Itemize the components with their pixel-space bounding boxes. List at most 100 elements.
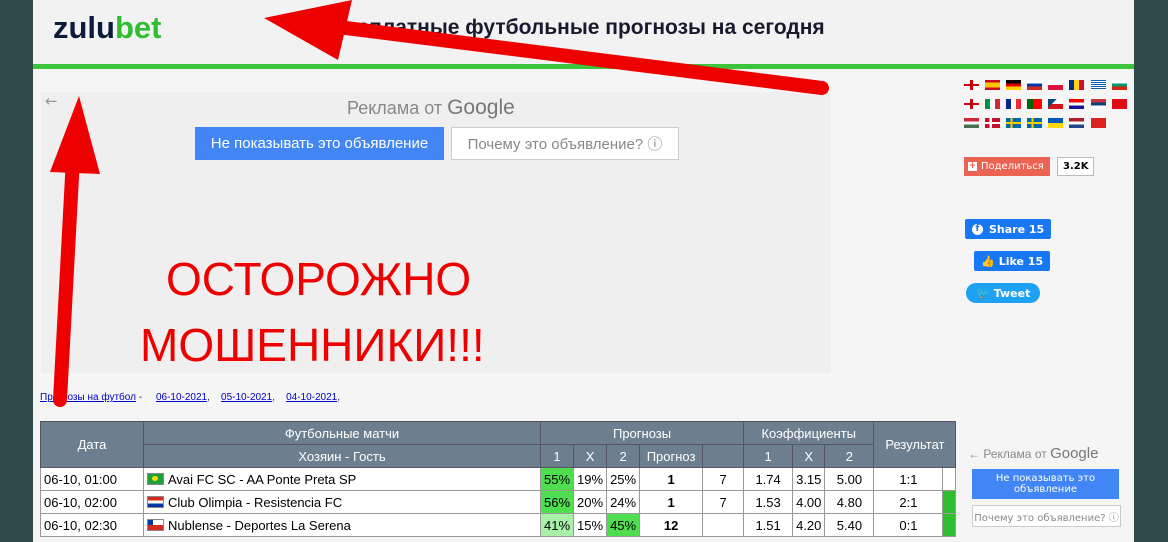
flag-georgia-icon[interactable] (964, 99, 979, 109)
col-ox: X (792, 444, 826, 468)
sidebar-hide-ad-button[interactable]: Не показывать это объявление (972, 469, 1119, 499)
match-date: 06-10, 01:00 (40, 467, 144, 491)
facebook-share-button[interactable]: f Share 15 (965, 219, 1052, 239)
sidebar-why-ad-button[interactable]: Почему это объявление? ⓘ (972, 505, 1121, 527)
odds-2: 4.80 (824, 490, 875, 514)
sidebar-google-logo: Google (1050, 445, 1099, 462)
predictions-table: Дата Футбольные матчи Прогнозы Коэффицие… (40, 421, 957, 537)
google-ad-banner: ← Реклама от Google Не показывать это об… (41, 92, 831, 373)
col-date: Дата (40, 421, 144, 468)
prob-1: 41% (539, 513, 575, 537)
match-result: 1:1 (873, 467, 944, 491)
sidebar-google-ad: ← Реклама от Google Не показывать это об… (962, 440, 1134, 542)
odds-x: 4.20 (792, 513, 826, 537)
table-row[interactable]: 06-10, 02:30 Nublense - Deportes La Sere… (40, 513, 957, 537)
share-button[interactable]: + Поделиться (964, 157, 1050, 176)
flag-hungary-icon[interactable] (964, 118, 979, 128)
col-matches: Футбольные матчи (143, 421, 541, 445)
flag-portugal-icon[interactable] (1027, 99, 1043, 109)
odds-2: 5.40 (824, 513, 875, 537)
flag-greece-icon[interactable] (1090, 80, 1106, 90)
prob-x: 20% (573, 490, 608, 514)
date-link-1[interactable]: 06-10-2021 (156, 392, 207, 403)
prob-2: 45% (606, 513, 641, 537)
site-header: zulubet Бесплатные футбольные прогнозы н… (33, 0, 1134, 64)
prob-1: 55% (539, 467, 575, 491)
forecast-tip: 1 (639, 490, 704, 514)
col-predictions: Прогнозы (539, 421, 745, 445)
why-ad-button[interactable]: Почему это объявление? ⓘ (451, 127, 679, 160)
flag-netherlands-icon[interactable] (1069, 118, 1085, 128)
flag-ukraine-icon[interactable] (1048, 118, 1064, 128)
share-count: 3.2K (1057, 157, 1095, 176)
nav-separator: - (135, 392, 145, 403)
flag-brazil-icon (147, 472, 164, 485)
table-row[interactable]: 06-10, 02:00 Club Olimpia - Resistencia … (40, 490, 957, 514)
odds-2: 5.00 (824, 467, 875, 491)
flag-paraguay-icon (147, 495, 164, 508)
match-name[interactable]: Avai FC SC - AA Ponte Preta SP (143, 467, 541, 491)
date-link-2[interactable]: 05-10-2021 (221, 392, 272, 403)
site-logo[interactable]: zulubet (53, 10, 162, 46)
flag-romania-icon[interactable] (1069, 80, 1085, 90)
date-link-3[interactable]: 04-10-2021 (286, 392, 337, 403)
flag-chile-icon (147, 518, 164, 531)
table-row[interactable]: 06-10, 01:00 Avai FC SC - AA Ponte Preta… (40, 467, 957, 491)
ad-label-prefix: Реклама от (347, 98, 448, 118)
table-subheader-row: Хозяин - Гость 1 X 2 Прогноз 1 X 2 (41, 444, 956, 468)
twitter-bird-icon: 🐦 (976, 286, 990, 300)
odds-x: 3.15 (792, 467, 826, 491)
extra-value: 7 (702, 490, 745, 514)
flag-croatia-icon[interactable] (1069, 99, 1085, 109)
result-indicator (942, 490, 957, 514)
flag-serbia-icon[interactable] (1090, 99, 1106, 109)
col-odds: Коэффициенты (743, 421, 875, 445)
match-date: 06-10, 02:00 (40, 490, 144, 514)
logo-part-1: zulu (53, 10, 115, 45)
hide-ad-button[interactable]: Не показывать это объявление (195, 127, 444, 160)
share-label: Поделиться (981, 161, 1044, 172)
flag-vietnam-icon[interactable] (1090, 118, 1106, 128)
flag-bulgaria-icon[interactable] (1111, 80, 1127, 90)
flag-spain-icon[interactable] (985, 80, 1001, 90)
thumbs-up-icon: 👍 (981, 254, 995, 268)
flag-czech-icon[interactable] (1048, 99, 1064, 109)
flag-poland-icon[interactable] (1048, 80, 1064, 90)
match-teams: Nublense - Deportes La Serena (168, 517, 351, 533)
match-teams: Avai FC SC - AA Ponte Preta SP (168, 471, 357, 487)
facebook-like-button[interactable]: 👍 Like 15 (974, 251, 1051, 271)
back-arrow-icon[interactable]: ← (45, 92, 58, 110)
warning-text-line1: ОСТОРОЖНО (166, 253, 472, 305)
result-indicator (942, 513, 957, 537)
col-p2: 2 (606, 444, 641, 468)
flag-england-icon[interactable] (964, 80, 979, 90)
match-name[interactable]: Club Olimpia - Resistencia FC (143, 490, 541, 514)
flag-france-icon[interactable] (1006, 99, 1022, 109)
col-px: X (573, 444, 608, 468)
flag-italy-icon[interactable] (985, 99, 1001, 109)
fb-share-label: Share 15 (989, 222, 1045, 236)
prob-1: 56% (539, 490, 575, 514)
google-logo: Google (447, 96, 515, 119)
flag-sweden-2-icon[interactable] (1027, 118, 1043, 128)
logo-part-2: bet (115, 10, 162, 45)
table-header-row: Дата Футбольные матчи Прогнозы Коэффицие… (40, 421, 957, 468)
tweet-button[interactable]: 🐦 Tweet (966, 283, 1041, 303)
flag-turkey-icon[interactable] (1111, 99, 1127, 109)
result-indicator (942, 467, 957, 491)
col-result: Результат (873, 421, 957, 468)
flag-russia-icon[interactable] (1027, 80, 1043, 90)
col-extra (702, 444, 745, 468)
odds-1: 1.53 (743, 490, 794, 514)
match-name[interactable]: Nublense - Deportes La Serena (143, 513, 541, 537)
odds-x: 4.00 (792, 490, 826, 514)
col-o1: 1 (743, 444, 794, 468)
forecast-tip: 1 (639, 467, 704, 491)
football-predictions-link[interactable]: Прогнозы на футбол (40, 392, 136, 403)
flag-germany-icon[interactable] (1006, 80, 1022, 90)
flag-sweden-icon[interactable] (1006, 118, 1022, 128)
flag-denmark-icon[interactable] (985, 118, 1001, 128)
prob-2: 24% (606, 490, 641, 514)
language-flags (964, 78, 1129, 135)
match-result: 0:1 (873, 513, 944, 537)
